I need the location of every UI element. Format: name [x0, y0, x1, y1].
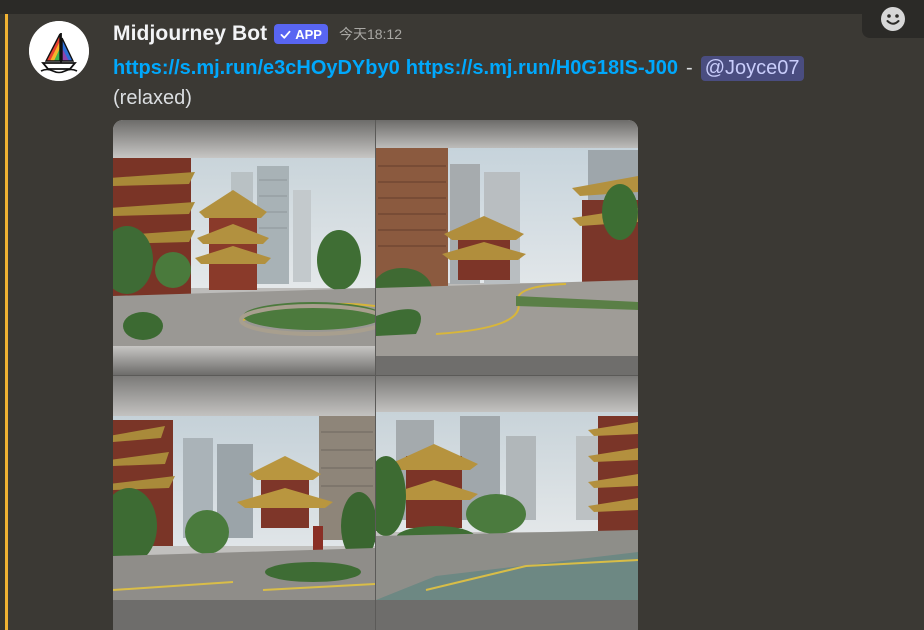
image-grid — [113, 120, 638, 630]
generation-mode: (relaxed) — [113, 87, 192, 109]
top-strip — [0, 0, 924, 14]
badge-label: APP — [295, 26, 322, 42]
message-header: Midjourney Bot APP 今天18:12 — [113, 20, 402, 48]
image-tile-top-left[interactable] — [113, 120, 375, 375]
message-content: https://s.mj.run/e3cHOyDYby0 https://s.m… — [113, 53, 804, 83]
discord-chat-view: Midjourney Bot APP 今天18:12 https://s.mj.… — [0, 0, 924, 630]
add-reaction-button[interactable] — [862, 0, 924, 38]
generated-image — [376, 120, 638, 375]
author-name[interactable]: Midjourney Bot — [113, 22, 267, 46]
separator: - — [686, 56, 693, 79]
user-mention[interactable]: @Joyce07 — [700, 55, 804, 81]
image-tile-bottom-right[interactable] — [376, 376, 638, 630]
mention-accent-bar — [5, 14, 8, 630]
image-tile-top-right[interactable] — [376, 120, 638, 375]
generated-image — [113, 376, 375, 630]
generated-image — [376, 376, 638, 630]
image-tile-bottom-left[interactable] — [113, 376, 375, 630]
bot-avatar[interactable] — [29, 21, 89, 81]
link-2[interactable]: https://s.mj.run/H0G18IS-J00 — [406, 57, 678, 80]
timestamp[interactable]: 今天18:12 — [339, 24, 402, 44]
app-badge: APP — [274, 24, 328, 44]
link-1[interactable]: https://s.mj.run/e3cHOyDYby0 — [113, 57, 400, 80]
generated-image — [113, 120, 375, 375]
smiley-face-icon — [881, 7, 905, 31]
checkmark-icon — [280, 30, 291, 39]
sailboat-logo-icon — [29, 21, 89, 81]
